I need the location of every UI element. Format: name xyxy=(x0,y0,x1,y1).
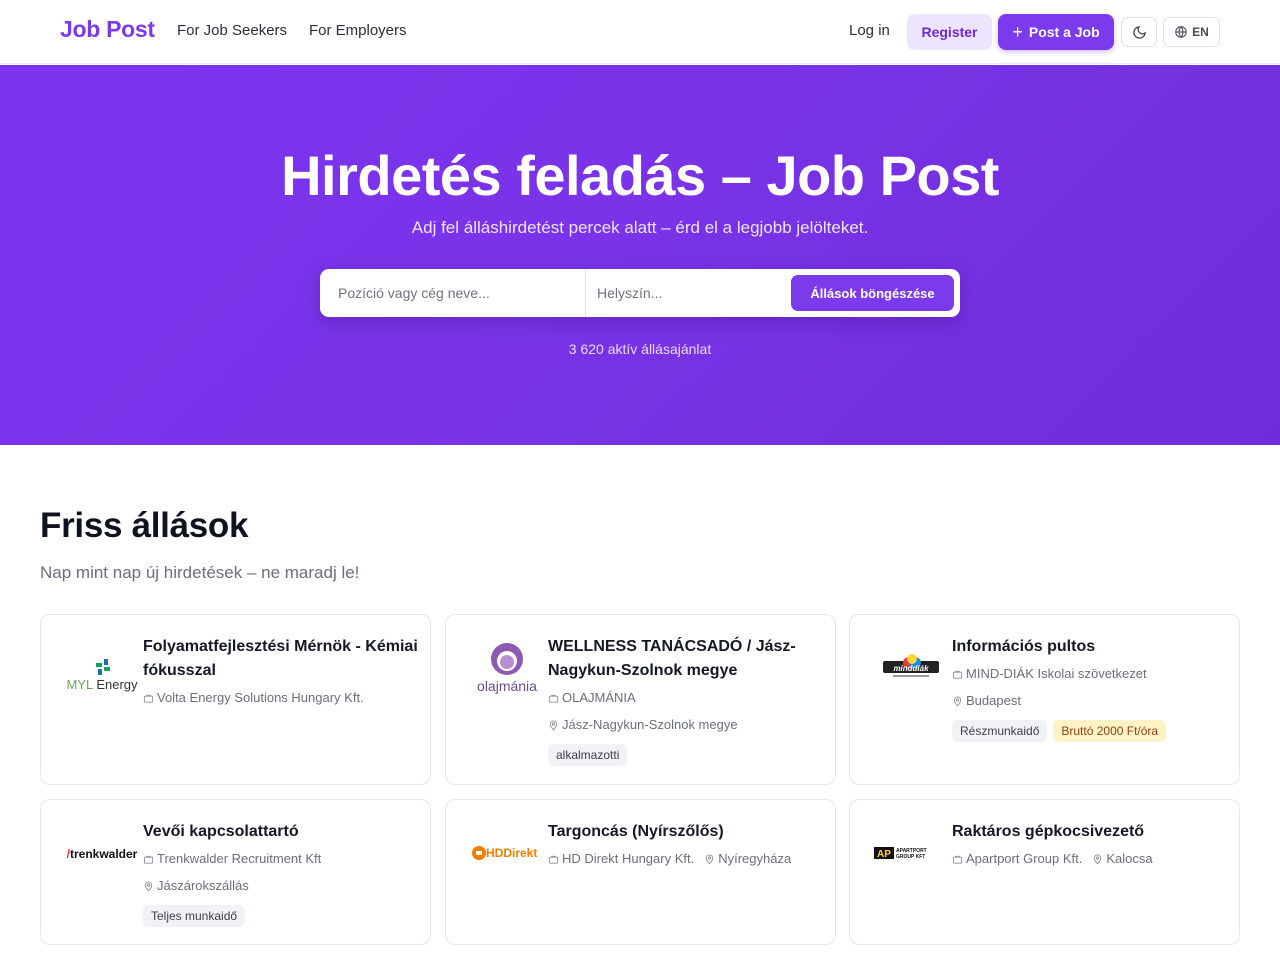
hero-section: Hirdetés feladás – Job Post Adj fel állá… xyxy=(0,65,1280,445)
salary-tag: Bruttó 2000 Ft/óra xyxy=(1053,720,1167,742)
briefcase-icon xyxy=(548,855,559,864)
company-name: Apartport Group Kft. xyxy=(966,851,1083,866)
company-name: HD Direkt Hungary Kft. xyxy=(562,851,695,866)
location-pin-icon xyxy=(144,881,153,891)
company-name: MIND-DIÁK Iskolai szövetkezet xyxy=(966,666,1147,681)
svg-text:olajmánia: olajmánia xyxy=(477,678,537,694)
search-bar: Állások böngészése xyxy=(320,269,960,317)
nav-link-job-seekers[interactable]: For Job Seekers xyxy=(177,22,287,39)
section-subtitle: Nap mint nap új hirdetések – ne maradj l… xyxy=(40,563,360,582)
search-divider xyxy=(585,269,586,317)
svg-text:GROUP KFT: GROUP KFT xyxy=(896,854,925,860)
language-label: EN xyxy=(1192,25,1209,39)
position-search-input[interactable] xyxy=(338,269,583,317)
job-type-tag: alkalmazotti xyxy=(548,744,628,766)
job-title[interactable]: Információs pultos xyxy=(952,635,1227,659)
company-meta: Apartport Group Kft. xyxy=(952,850,1082,868)
location-meta: Jász-Nagykun-Szolnok megye xyxy=(548,716,738,734)
company-logo: olajmánia xyxy=(462,639,552,699)
company-name: Volta Energy Solutions Hungary Kft. xyxy=(157,690,364,705)
briefcase-icon xyxy=(952,855,963,864)
location-name: Jászárokszállás xyxy=(157,878,249,893)
moon-icon xyxy=(1132,25,1146,39)
job-title[interactable]: Raktáros gépkocsivezető xyxy=(952,820,1227,844)
location-pin-icon xyxy=(953,696,962,706)
briefcase-icon xyxy=(143,855,154,864)
location-search-input[interactable] xyxy=(597,269,787,317)
job-title[interactable]: Folyamatfejlesztési Mérnök - Kémiai fóku… xyxy=(143,635,418,683)
location-name: Budapest xyxy=(966,693,1021,708)
post-job-button[interactable]: + Post a Job xyxy=(998,14,1114,50)
company-meta: Trenkwalder Recruitment Kft xyxy=(143,850,321,868)
browse-jobs-button[interactable]: Állások böngészése xyxy=(791,275,954,311)
brand-logo[interactable]: Job Post xyxy=(60,16,155,43)
company-logo: AP APARTPORT GROUP KFT xyxy=(866,824,956,884)
location-name: Kalocsa xyxy=(1106,851,1153,866)
briefcase-icon xyxy=(952,670,963,679)
location-pin-icon xyxy=(549,720,558,730)
nav-link-employers[interactable]: For Employers xyxy=(309,22,407,39)
location-pin-icon xyxy=(1094,854,1102,864)
job-title[interactable]: Vevői kapcsolattartó xyxy=(143,820,418,844)
location-meta: Jászárokszállás xyxy=(143,877,249,895)
job-title[interactable]: WELLNESS TANÁCSADÓ / Jász-Nagykun-Szolno… xyxy=(548,635,823,683)
svg-text:/trenkwalder: /trenkwalder xyxy=(67,847,138,861)
job-card[interactable]: HDDirekt Targoncás (Nyírszőlős) HD Direk… xyxy=(445,799,836,945)
hero-subtitle: Adj fel álláshirdetést percek alatt – ér… xyxy=(411,218,869,237)
section-title: Friss állások xyxy=(40,506,249,545)
company-logo: MYL Energy xyxy=(57,647,147,707)
job-type-tag: Részmunkaidő xyxy=(952,720,1048,742)
svg-text:minddiák: minddiák xyxy=(893,664,929,673)
job-card[interactable]: olajmánia WELLNESS TANÁCSADÓ / Jász-Nagy… xyxy=(445,614,836,785)
location-meta: Nyíregyháza xyxy=(704,850,791,868)
job-card[interactable]: /trenkwalder Vevői kapcsolattartó Trenkw… xyxy=(40,799,431,945)
login-link[interactable]: Log in xyxy=(849,22,890,39)
svg-text:MYL Energy: MYL Energy xyxy=(66,677,138,692)
location-meta: Budapest xyxy=(952,692,1021,710)
job-card[interactable]: MYL Energy Folyamatfejlesztési Mérnök - … xyxy=(40,614,431,785)
company-meta: MIND-DIÁK Iskolai szövetkezet xyxy=(952,665,1147,683)
svg-text:HDDirekt: HDDirekt xyxy=(486,846,537,860)
plus-icon: + xyxy=(1012,22,1023,42)
active-jobs-count: 3 620 aktív állásajánlat xyxy=(568,341,712,357)
hero-title: Hirdetés feladás – Job Post xyxy=(281,144,999,207)
post-job-label: Post a Job xyxy=(1028,24,1100,40)
company-logo: HDDirekt xyxy=(462,824,552,884)
company-meta: HD Direkt Hungary Kft. xyxy=(548,850,694,868)
company-name: Trenkwalder Recruitment Kft xyxy=(157,851,322,866)
company-name: OLAJMÁNIA xyxy=(562,690,636,705)
globe-icon xyxy=(1175,26,1187,38)
top-navbar: Job Post For Job Seekers For Employers L… xyxy=(0,0,1280,64)
location-pin-icon xyxy=(706,854,714,864)
language-selector[interactable]: EN xyxy=(1163,17,1220,47)
register-button[interactable]: Register xyxy=(907,14,992,50)
briefcase-icon xyxy=(143,694,154,703)
svg-text:AP: AP xyxy=(877,849,891,860)
job-type-tag: Teljes munkaidő xyxy=(143,905,246,927)
job-title[interactable]: Targoncás (Nyírszőlős) xyxy=(548,820,823,844)
location-meta: Kalocsa xyxy=(1092,850,1153,868)
location-name: Jász-Nagykun-Szolnok megye xyxy=(562,717,738,732)
company-logo: /trenkwalder xyxy=(57,824,147,884)
job-card[interactable]: minddiák Információs pultos MIND-DIÁK Is… xyxy=(849,614,1240,785)
company-logo: minddiák xyxy=(866,639,956,699)
theme-toggle-button[interactable] xyxy=(1121,17,1157,47)
job-card[interactable]: AP APARTPORT GROUP KFT Raktáros gépkocsi… xyxy=(849,799,1240,945)
briefcase-icon xyxy=(548,694,559,703)
company-meta: Volta Energy Solutions Hungary Kft. xyxy=(143,689,364,707)
location-name: Nyíregyháza xyxy=(718,851,792,866)
company-meta: OLAJMÁNIA xyxy=(548,689,636,707)
